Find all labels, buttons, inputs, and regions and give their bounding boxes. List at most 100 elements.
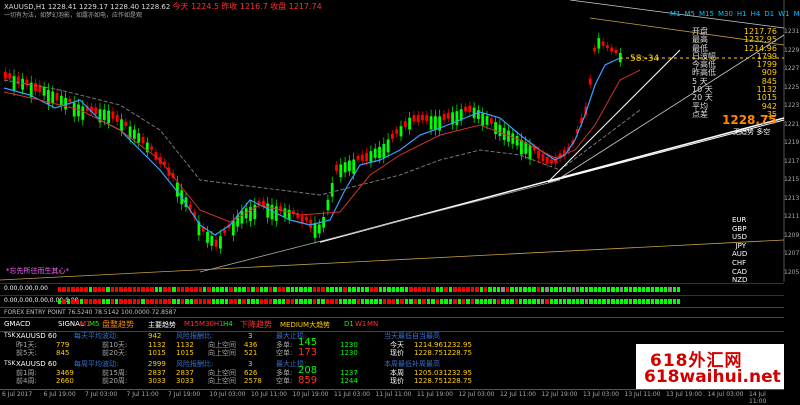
indicator-bar-cell: [606, 287, 611, 292]
indicator-bar-cell: [79, 299, 84, 304]
indicator-bar-cell: [663, 287, 668, 292]
indicator-bar-cell: [312, 287, 317, 292]
indicator-bar-cell: [150, 299, 154, 304]
indicator-bar-cell: [207, 287, 211, 292]
indicator-bar-cell: [132, 287, 137, 292]
gmacd-trend2: 主要趋势: [148, 321, 176, 329]
candle: [206, 231, 209, 243]
indicator-bar-cell: [545, 287, 549, 292]
indicator-bar-cell: [382, 287, 387, 292]
indicator-bar-cell: [189, 287, 194, 292]
indicator-bar-cell: [154, 299, 158, 304]
indicator-bar-cell: [523, 299, 527, 304]
indicator-bar-cell: [299, 299, 303, 304]
indicator-bar-cell: [598, 287, 602, 292]
tf-h4[interactable]: H4: [751, 10, 761, 18]
indicator-bar-cell: [584, 299, 589, 304]
indicator-bar-cell: [132, 299, 137, 304]
indicator-bar-cell: [268, 299, 273, 304]
indicator-bar-cell: [593, 287, 598, 292]
tf-mn[interactable]: MN: [794, 10, 800, 18]
indicator-bar-cell: [409, 299, 413, 304]
indicator-bar-cell: [290, 299, 295, 304]
table2-avg-label: 每周平均波动:: [74, 360, 119, 368]
y-axis-label: 1211: [784, 213, 800, 220]
indicator-bar-row-1: [58, 287, 681, 292]
y-axis-label: 1205: [784, 268, 800, 276]
candle: [386, 139, 390, 153]
indicator-bar-cell: [492, 287, 497, 292]
candle: [606, 45, 609, 49]
indicator-bar-cell: [97, 299, 101, 304]
x-axis-label: 10 Jul 03:00: [209, 391, 246, 398]
candle: [339, 164, 343, 178]
candle: [72, 102, 76, 117]
tf-d1[interactable]: D1: [764, 10, 774, 18]
candle: [348, 160, 351, 172]
tf-m1[interactable]: M1: [670, 10, 681, 18]
candle: [446, 112, 450, 119]
indicator-bar-cell: [413, 287, 418, 292]
indicator-bar-cell: [633, 299, 637, 304]
indicator-bar-cell: [497, 287, 501, 292]
indicator-bar-cell: [71, 299, 75, 304]
indicator-bar-cell: [589, 299, 593, 304]
table2-sell-v: 859: [298, 375, 318, 386]
x-axis-label: 13 Jul 03:00: [583, 391, 619, 398]
indicator-bar-cell: [378, 287, 382, 292]
indicator-bar-cell: [123, 287, 128, 292]
price-chart[interactable]: [0, 0, 800, 282]
candle: [541, 153, 545, 162]
candle: [391, 133, 394, 139]
candle: [356, 155, 360, 160]
tf-m15[interactable]: M15: [699, 10, 714, 18]
indicator-bar-cell: [620, 287, 624, 292]
table1-now-v: 1228.751228.75: [414, 349, 472, 357]
candle: [412, 115, 416, 122]
indicator-bar-cell: [580, 299, 584, 304]
tf-m30[interactable]: M30: [718, 10, 733, 18]
indicator-bar-cell: [88, 299, 93, 304]
gmacd-h4: H4: [223, 320, 233, 328]
indicator-bar-cell: [650, 287, 655, 292]
indicator-bar-cell: [75, 287, 79, 292]
indicator-bar-cell: [198, 287, 202, 292]
tf-m5[interactable]: M5: [685, 10, 696, 18]
indicator-bar-cell: [141, 287, 145, 292]
candle: [434, 116, 437, 130]
indicator-bar-cell: [150, 287, 154, 292]
indicator-bar-cell: [404, 287, 409, 292]
table2-week: 本周: [390, 369, 404, 377]
indicator-bar-cell: [540, 287, 545, 292]
indicator-bar-cell: [176, 299, 180, 304]
table1-rb: 1015: [176, 349, 194, 357]
gmacd-mtf: M15M30H1: [184, 320, 224, 328]
candle: [429, 116, 433, 130]
candle: [150, 146, 153, 150]
y-axis-label: 1227: [784, 65, 800, 72]
y-axis-label: 1209: [784, 231, 800, 239]
indicator-bar-cell: [115, 287, 119, 292]
table2-up-2: 向上空间: [208, 377, 236, 385]
indicator-bar-cell: [93, 287, 97, 292]
indicator-bar-cell: [238, 287, 242, 292]
indicator-bar-cell: [641, 287, 646, 292]
indicator-bar-cell: [281, 287, 286, 292]
table2-sell-r: 1244: [340, 377, 358, 385]
gmacd-trend3: 下降趋势: [240, 320, 272, 329]
table2-avg-val: 2999: [148, 360, 166, 368]
indicator-bar-cell: [88, 287, 93, 292]
candle: [399, 126, 403, 137]
tf-w1[interactable]: W1: [778, 10, 789, 18]
indicator-bar-cell: [624, 287, 628, 292]
indicator-bar-cell: [374, 299, 378, 304]
x-axis-label: 6 Jul 19:00: [43, 391, 76, 398]
indicator-bar-cell: [580, 287, 584, 292]
indicator-bar-cell: [655, 287, 659, 292]
tf-h1[interactable]: H1: [737, 10, 747, 18]
indicator-bar-cell: [343, 299, 347, 304]
indicator-bar-cell: [145, 299, 150, 304]
indicator-bar-cell: [325, 287, 330, 292]
indicator-bar-cell: [602, 287, 606, 292]
table1-v2: 845: [56, 349, 70, 357]
